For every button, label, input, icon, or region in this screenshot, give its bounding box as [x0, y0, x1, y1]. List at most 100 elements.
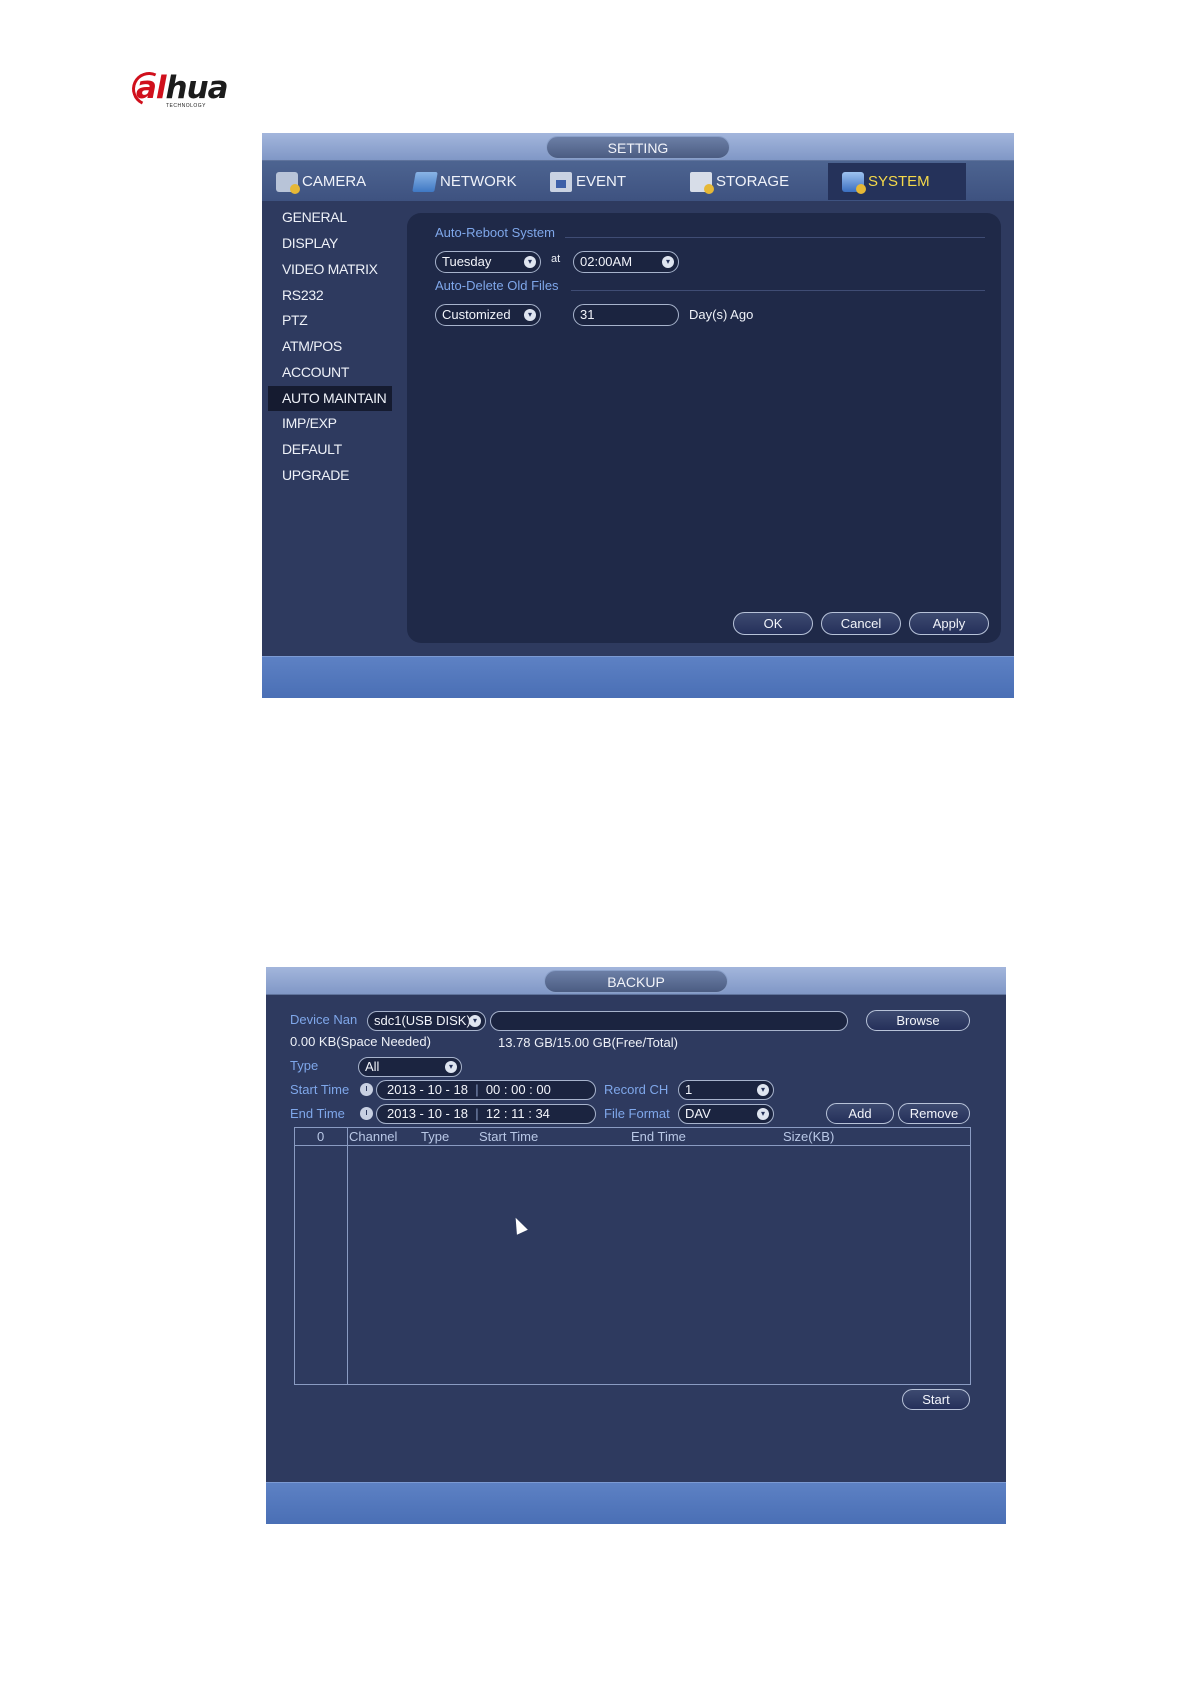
table-index-divider	[347, 1128, 348, 1384]
add-button[interactable]: Add	[826, 1103, 894, 1124]
reboot-time-select[interactable]: 02:00AM ▾	[573, 251, 679, 273]
end-date-value: 2013 - 10 - 18	[387, 1106, 468, 1121]
logo-wordmark-main: hua	[165, 70, 229, 106]
dahua-logo: alhua TECHNOLOGY	[127, 67, 266, 111]
tab-event[interactable]: EVENT	[550, 163, 674, 200]
sidebar-item-rs232[interactable]: RS232	[268, 283, 392, 308]
chevron-down-icon: ▾	[445, 1061, 457, 1073]
backup-path-input[interactable]	[490, 1011, 848, 1031]
sidebar-item-ptz[interactable]: PTZ	[268, 308, 392, 333]
free-total-text: 13.78 GB/15.00 GB(Free/Total)	[498, 1035, 678, 1050]
table-header-start-time: Start Time	[479, 1129, 539, 1144]
record-ch-value: 1	[685, 1082, 693, 1097]
tab-camera[interactable]: CAMERA	[276, 163, 400, 200]
date-time-divider: |	[471, 1082, 483, 1097]
table-header-channel: Channel	[349, 1129, 398, 1144]
chevron-down-icon: ▾	[524, 309, 536, 321]
tab-system-label: SYSTEM	[868, 173, 930, 190]
record-ch-label: Record CH	[604, 1082, 669, 1097]
tab-system[interactable]: SYSTEM	[828, 163, 966, 200]
storage-icon	[690, 171, 714, 194]
tab-storage[interactable]: STORAGE	[690, 163, 814, 200]
chevron-down-icon: ▾	[662, 256, 674, 268]
logo-subtitle: TECHNOLOGY	[166, 103, 207, 109]
start-date-value: 2013 - 10 - 18	[387, 1082, 468, 1097]
sidebar-item-upgrade[interactable]: UPGRADE	[268, 463, 392, 488]
network-icon	[412, 171, 438, 192]
table-header-divider	[295, 1145, 970, 1146]
delete-mode-value: Customized	[442, 307, 511, 322]
delete-days-suffix: Day(s) Ago	[689, 307, 754, 322]
end-time-value: 12 : 11 : 34	[485, 1106, 550, 1121]
file-format-label: File Format	[604, 1106, 670, 1121]
device-select-value: sdc1(USB DISK)	[374, 1013, 471, 1028]
sidebar-item-general[interactable]: GENERAL	[268, 205, 392, 230]
sidebar-item-auto-maintain[interactable]: AUTO MAINTAIN	[268, 386, 392, 411]
setting-title: SETTING	[546, 136, 730, 159]
setting-bottom-bar	[262, 656, 1014, 698]
auto-delete-divider	[571, 290, 985, 291]
chevron-down-icon: ▾	[757, 1084, 769, 1096]
reboot-time-value: 02:00AM	[580, 254, 633, 269]
table-header-type: Type	[421, 1129, 450, 1144]
device-name-label: Device Nan	[290, 1012, 358, 1027]
file-format-select[interactable]: DAV ▾	[678, 1104, 774, 1124]
chevron-down-icon: ▾	[757, 1108, 769, 1120]
reboot-day-select[interactable]: Tuesday ▾	[435, 251, 541, 273]
type-select-value: All	[365, 1059, 380, 1074]
auto-maintain-content: Auto-Reboot System Tuesday ▾ at 02:00AM …	[407, 213, 1001, 643]
system-icon	[842, 171, 866, 194]
backup-bottom-bar	[266, 1482, 1006, 1524]
auto-delete-label: Auto-Delete Old Files	[435, 278, 559, 293]
sidebar-item-account[interactable]: ACCOUNT	[268, 360, 392, 385]
auto-reboot-divider	[565, 237, 985, 238]
reboot-day-value: Tuesday	[442, 254, 492, 269]
clock-icon	[360, 1107, 373, 1120]
end-time-label: End Time	[290, 1106, 345, 1121]
event-icon	[550, 171, 572, 192]
backup-title-bar: BACKUP	[266, 967, 1006, 995]
clock-icon	[360, 1083, 373, 1096]
start-time-input[interactable]: 2013 - 10 - 18 | 00 : 00 : 00	[376, 1080, 596, 1100]
sidebar-item-imp-exp[interactable]: IMP/EXP	[268, 411, 392, 436]
delete-mode-select[interactable]: Customized ▾	[435, 304, 541, 326]
tab-network[interactable]: NETWORK	[412, 163, 538, 200]
table-header-size: Size(KB)	[783, 1129, 835, 1144]
sidebar-item-video-matrix[interactable]: VIDEO MATRIX	[268, 257, 392, 282]
sidebar-item-atm-pos[interactable]: ATM/POS	[268, 334, 392, 359]
browse-button[interactable]: Browse	[866, 1010, 970, 1031]
device-select[interactable]: sdc1(USB DISK) ▾	[367, 1011, 486, 1031]
type-select[interactable]: All ▾	[358, 1057, 462, 1077]
table-header-end-time: End Time	[631, 1129, 686, 1144]
tab-camera-label: CAMERA	[302, 173, 367, 190]
end-time-input[interactable]: 2013 - 10 - 18 | 12 : 11 : 34	[376, 1104, 596, 1124]
backup-file-table[interactable]: 0 Channel Type Start Time End Time Size(…	[294, 1127, 971, 1385]
start-button[interactable]: Start	[902, 1389, 970, 1410]
ok-button[interactable]: OK	[733, 612, 813, 635]
start-time-label: Start Time	[290, 1082, 350, 1097]
logo-wordmark: alhua	[136, 70, 229, 106]
type-label: Type	[290, 1058, 319, 1073]
file-format-value: DAV	[685, 1106, 711, 1121]
tab-network-label: NETWORK	[440, 173, 517, 190]
backup-window: BACKUP Device Nan sdc1(USB DISK) ▾ Brows…	[266, 967, 1006, 1524]
date-time-divider: |	[471, 1106, 483, 1121]
delete-days-value: 31	[580, 307, 595, 322]
cancel-button[interactable]: Cancel	[821, 612, 901, 635]
sidebar-item-default[interactable]: DEFAULT	[268, 437, 392, 462]
space-needed-text: 0.00 KB(Space Needed)	[290, 1034, 431, 1049]
tab-storage-label: STORAGE	[716, 173, 790, 190]
reboot-at-label: at	[551, 253, 561, 265]
auto-reboot-label: Auto-Reboot System	[435, 225, 555, 240]
record-ch-select[interactable]: 1 ▾	[678, 1080, 774, 1100]
table-header-index: 0	[317, 1129, 325, 1144]
chevron-down-icon: ▾	[469, 1015, 481, 1027]
apply-button[interactable]: Apply	[909, 612, 989, 635]
delete-days-input[interactable]: 31	[573, 304, 679, 326]
remove-button[interactable]: Remove	[898, 1103, 970, 1124]
camera-icon	[276, 171, 300, 194]
sidebar-item-display[interactable]: DISPLAY	[268, 231, 392, 256]
start-time-value: 00 : 00 : 00	[485, 1082, 551, 1097]
setting-window: SETTING CAMERA NETWORK EVENT STORAGE SYS…	[262, 133, 1014, 698]
tab-bar: CAMERA NETWORK EVENT STORAGE SYSTEM	[262, 161, 1014, 201]
